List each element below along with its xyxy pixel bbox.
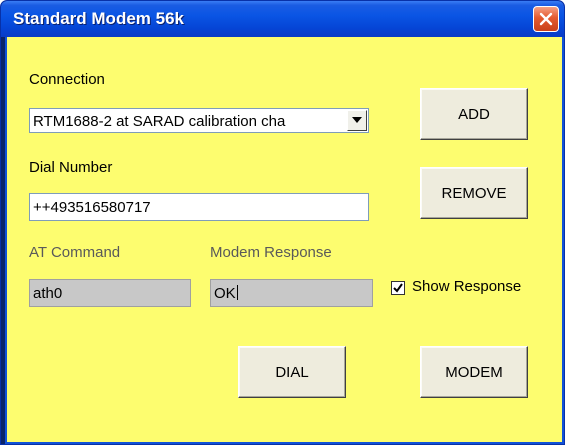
dial-button[interactable]: DIAL [238, 346, 346, 398]
connection-dropdown[interactable]: RTM1688-2 at SARAD calibration cha [29, 108, 369, 133]
checkmark-icon [393, 283, 403, 293]
at-command-field: ath0 [29, 279, 191, 307]
remove-button[interactable]: REMOVE [420, 167, 528, 219]
dial-number-value: ++493516580717 [33, 199, 151, 216]
at-command-label: AT Command [29, 244, 121, 261]
modem-dialog-window: Standard Modem 56k Connection RTM1688-2 … [0, 0, 565, 445]
modem-response-label: Modem Response [210, 244, 332, 261]
dial-number-field[interactable]: ++493516580717 [29, 193, 369, 221]
show-response-checkbox[interactable] [391, 281, 405, 295]
dropdown-arrow-button[interactable] [347, 110, 367, 131]
connection-label: Connection [29, 71, 105, 88]
show-response-label[interactable]: Show Response [412, 278, 521, 295]
dialog-body: Connection RTM1688-2 at SARAD calibratio… [5, 37, 564, 444]
window-title: Standard Modem 56k [13, 9, 184, 28]
modem-button[interactable]: MODEM [420, 346, 528, 398]
modem-response-value: OK [214, 285, 236, 302]
modem-response-field[interactable]: OK [210, 279, 373, 307]
connection-selected-value: RTM1688-2 at SARAD calibration cha [33, 113, 286, 130]
at-command-value: ath0 [33, 285, 63, 302]
chevron-down-icon [352, 117, 362, 123]
text-cursor [236, 285, 238, 300]
close-button[interactable] [533, 6, 559, 32]
add-button[interactable]: ADD [420, 88, 528, 140]
title-bar[interactable]: Standard Modem 56k [1, 1, 564, 37]
dial-number-label: Dial Number [29, 159, 113, 176]
